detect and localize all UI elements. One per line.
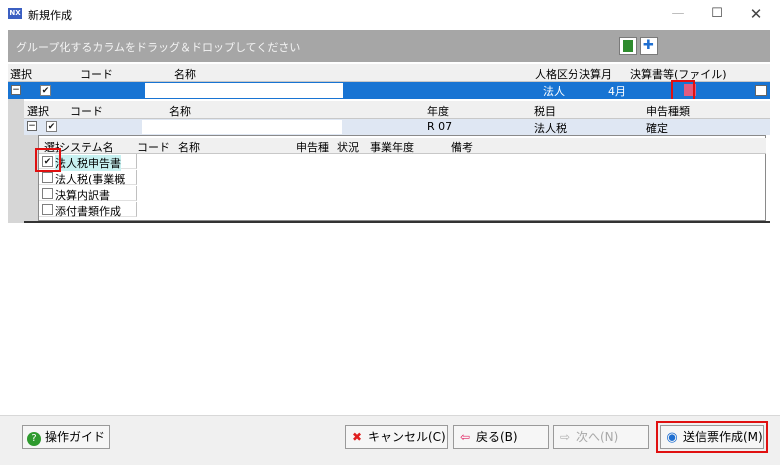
col-select[interactable]: 選択 xyxy=(10,66,32,82)
col-filing[interactable]: 申告種 xyxy=(296,139,329,155)
filing-name-field xyxy=(142,120,342,134)
col-remarks[interactable]: 備考 xyxy=(451,139,473,155)
collapse-icon[interactable]: − xyxy=(11,85,21,95)
highlight-box xyxy=(671,80,695,101)
col-month[interactable]: 決算月 xyxy=(579,66,612,82)
col-name[interactable]: 名称 xyxy=(169,103,191,119)
col-tax[interactable]: 税目 xyxy=(534,103,556,119)
detail-grid-header: 選択 コード 名称 年度 税目 申告種類 xyxy=(24,101,770,119)
system-row[interactable]: 添付書類作成 xyxy=(39,202,137,218)
col-code[interactable]: コード xyxy=(137,139,170,155)
col-year[interactable]: 年度 xyxy=(427,103,449,119)
tax-item: 法人税 xyxy=(534,122,567,135)
col-status[interactable]: 状況 xyxy=(337,139,359,155)
outer-grid-header: 選択 コード 名称 人格区分 決算月 決算書等(ファイル) xyxy=(8,64,770,82)
company-name-field xyxy=(145,83,343,98)
back-arrow-icon: ⇦ xyxy=(459,430,471,444)
col-entity[interactable]: 人格区分 xyxy=(535,66,577,82)
col-system-name[interactable]: システム名 xyxy=(59,139,114,155)
next-arrow-icon: ⇨ xyxy=(559,430,571,444)
group-by-panel[interactable]: グループ化するカラムをドラッグ＆ドロップしてください xyxy=(8,30,770,62)
col-code[interactable]: コード xyxy=(70,103,103,119)
cancel-icon: ✖ xyxy=(351,430,363,444)
col-fiscal-period[interactable]: 事業年度 xyxy=(370,139,414,155)
guide-button[interactable]: ? 操作ガイド xyxy=(22,425,110,449)
filing-row[interactable]: − R 07 法人税 確定 xyxy=(24,119,770,135)
maximize-button[interactable]: ☐ xyxy=(699,4,735,24)
highlight-box xyxy=(656,421,768,453)
collapse-icon[interactable]: − xyxy=(27,121,37,131)
highlight-box xyxy=(35,148,61,172)
system-name: 添付書類作成 xyxy=(55,205,121,218)
row-checkbox[interactable] xyxy=(46,121,57,132)
cancel-button[interactable]: ✖ キャンセル(C) xyxy=(345,425,448,449)
col-name[interactable]: 名称 xyxy=(178,139,200,155)
add-icon[interactable] xyxy=(640,37,658,55)
help-icon: ? xyxy=(27,432,41,446)
close-button[interactable]: ✕ xyxy=(738,4,774,24)
excel-icon[interactable] xyxy=(619,37,637,55)
back-button[interactable]: ⇦ 戻る(B) xyxy=(453,425,549,449)
row-checkbox[interactable] xyxy=(42,204,53,215)
entity-type: 法人 xyxy=(543,85,565,98)
system-row[interactable]: 法人税(事業概 xyxy=(39,170,137,186)
col-name[interactable]: 名称 xyxy=(174,66,196,82)
app-icon: NX xyxy=(8,8,22,19)
edit-icon[interactable] xyxy=(755,85,767,96)
row-checkbox[interactable] xyxy=(40,85,51,96)
fiscal-year: R 07 xyxy=(427,120,453,133)
fiscal-month: 4月 xyxy=(608,85,626,98)
system-name: 法人税申告書 xyxy=(55,155,121,171)
title-bar: NX 新規作成 — ☐ ✕ xyxy=(0,0,780,28)
company-row[interactable]: − 法人 4月 xyxy=(8,82,770,99)
row-checkbox[interactable] xyxy=(42,188,53,199)
col-filing-type[interactable]: 申告種類 xyxy=(646,103,690,119)
system-name: 法人税(事業概 xyxy=(55,173,126,186)
system-grid-header: 選択 システム名 コード 名称 申告種 状況 事業年度 備考 xyxy=(39,138,766,154)
system-row[interactable]: 決算内訳書 xyxy=(39,186,137,202)
group-hint: グループ化するカラムをドラッグ＆ドロップしてください xyxy=(16,41,301,54)
detail-gutter xyxy=(8,99,24,223)
next-button[interactable]: ⇨ 次へ(N) xyxy=(553,425,649,449)
col-select[interactable]: 選択 xyxy=(27,103,49,119)
system-name: 決算内訳書 xyxy=(55,189,110,202)
filing-type: 確定 xyxy=(646,122,668,135)
col-code[interactable]: コード xyxy=(80,66,113,82)
row-checkbox[interactable] xyxy=(42,172,53,183)
minimize-button[interactable]: — xyxy=(660,4,696,24)
window-title: 新規作成 xyxy=(28,9,72,22)
